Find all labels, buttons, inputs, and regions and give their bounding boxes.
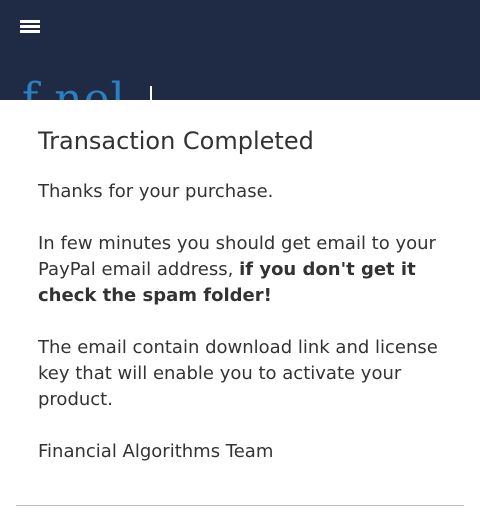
modal-divider xyxy=(16,505,464,506)
menu-line xyxy=(20,20,40,23)
menu-line xyxy=(20,30,40,33)
site-header: f nel xyxy=(0,0,480,100)
page: f nel Transaction Completed Thanks for y… xyxy=(0,0,480,523)
thanks-message: Thanks for your purchase. xyxy=(38,181,274,202)
email-notice: In few minutes you should get email to y… xyxy=(38,231,448,309)
modal-title: Transaction Completed xyxy=(38,127,314,155)
team-signature: Financial Algorithms Team xyxy=(38,441,274,462)
transaction-modal: Transaction Completed Thanks for your pu… xyxy=(0,100,480,523)
site-logo: f nel xyxy=(22,74,126,101)
download-info: The email contain download link and lice… xyxy=(38,337,438,410)
menu-line xyxy=(20,25,40,28)
logo-divider xyxy=(150,86,152,100)
hamburger-menu-icon[interactable] xyxy=(20,19,40,35)
